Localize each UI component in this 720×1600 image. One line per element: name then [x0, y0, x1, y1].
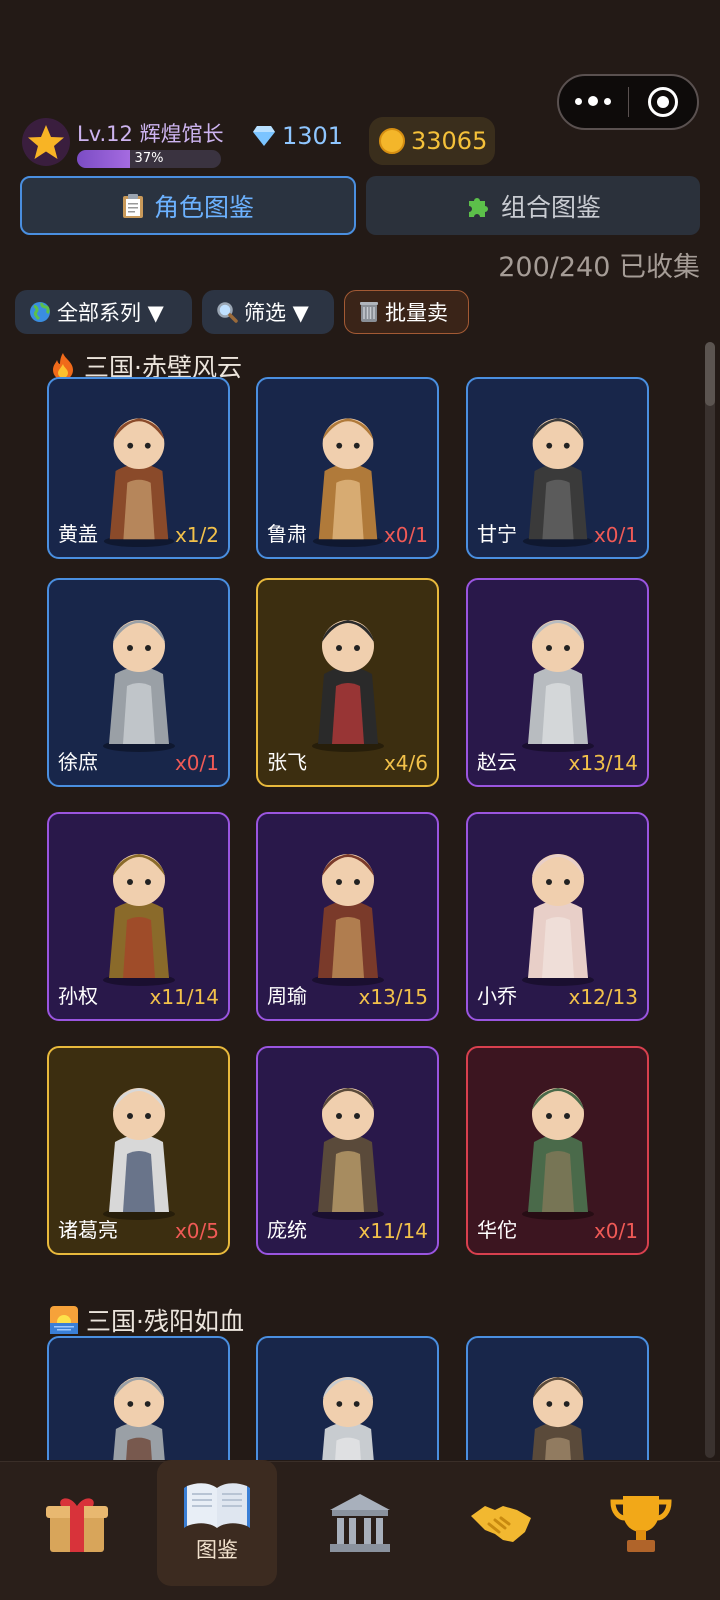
character-figure-icon	[311, 854, 384, 986]
character-count: x0/1	[593, 1219, 638, 1243]
character-card[interactable]: 徐庶 x0/1	[47, 578, 230, 787]
nav-museum[interactable]	[300, 1462, 420, 1600]
character-card[interactable]	[256, 1336, 439, 1460]
character-figure-icon	[531, 1377, 584, 1460]
character-count: x0/5	[174, 1219, 219, 1243]
character-card[interactable]: 孙权 x11/14	[47, 812, 230, 1021]
collection-grid: 三国·赤壁风云 三国·残阳如血 黄盖 x1/2 鲁肃 x0/1 甘宁 x0/1 徐庶 x0/1…	[0, 0, 720, 1460]
character-name: 华佗	[477, 1218, 517, 1242]
character-card[interactable]	[466, 1336, 649, 1460]
character-name: 庞统	[267, 1218, 307, 1242]
character-figure-icon	[102, 854, 175, 986]
character-card[interactable]	[47, 1336, 230, 1460]
character-card[interactable]: 庞统 x11/14	[256, 1046, 439, 1255]
character-figure-icon	[521, 854, 594, 986]
character-figure-icon	[311, 1088, 384, 1220]
character-count: x12/13	[568, 985, 638, 1009]
character-name: 赵云	[477, 750, 517, 774]
trophy-icon	[610, 1496, 672, 1552]
character-name: 鲁肃	[267, 522, 307, 546]
sunset-icon	[50, 1306, 78, 1334]
character-count: x0/1	[383, 523, 428, 547]
character-name: 孙权	[58, 984, 98, 1008]
character-figure-icon	[311, 620, 384, 752]
character-figure-icon	[102, 620, 175, 752]
character-figure-icon	[102, 1088, 175, 1220]
nav-collection-label: 图鉴	[196, 1538, 238, 1562]
nav-ranking[interactable]	[581, 1462, 701, 1600]
character-card[interactable]: 周瑜 x13/15	[256, 812, 439, 1021]
character-name: 黄盖	[58, 522, 98, 546]
character-card[interactable]: 张飞 x4/6	[256, 578, 439, 787]
character-card[interactable]: 甘宁 x0/1	[466, 377, 649, 559]
character-count: x0/1	[174, 751, 219, 775]
gift-icon	[46, 1498, 108, 1552]
fire-icon	[53, 353, 73, 380]
character-count: x0/1	[593, 523, 638, 547]
character-name: 张飞	[267, 750, 307, 774]
character-card[interactable]: 黄盖 x1/2	[47, 377, 230, 559]
character-count: x13/15	[358, 985, 428, 1009]
character-name: 诸葛亮	[58, 1218, 118, 1242]
character-count: x1/2	[174, 523, 219, 547]
character-name: 甘宁	[477, 522, 517, 546]
character-count: x4/6	[383, 751, 428, 775]
character-card[interactable]: 小乔 x12/13	[466, 812, 649, 1021]
bottom-nav: 图鉴	[0, 1460, 720, 1600]
book-icon	[184, 1483, 250, 1528]
character-name: 小乔	[477, 984, 517, 1008]
nav-collection[interactable]: 图鉴	[157, 1460, 277, 1586]
nav-trade[interactable]	[441, 1462, 561, 1600]
character-count: x11/14	[149, 985, 219, 1009]
character-figure-icon	[521, 1088, 594, 1220]
character-figure-icon	[521, 620, 594, 752]
character-card[interactable]: 诸葛亮 x0/5	[47, 1046, 230, 1255]
character-count: x11/14	[358, 1219, 428, 1243]
character-name: 周瑜	[267, 984, 307, 1008]
character-figure-icon	[321, 1377, 374, 1460]
character-name: 徐庶	[58, 750, 98, 774]
section-title-canyang: 三国·残阳如血	[50, 1302, 244, 1338]
character-card[interactable]: 鲁肃 x0/1	[256, 377, 439, 559]
character-count: x13/14	[568, 751, 638, 775]
handshake-icon	[471, 1506, 531, 1542]
museum-icon	[330, 1494, 390, 1552]
section-title-text: 三国·残阳如血	[86, 1307, 244, 1336]
character-figure-icon	[112, 1377, 165, 1460]
character-card[interactable]: 华佗 x0/1	[466, 1046, 649, 1255]
character-card[interactable]: 赵云 x13/14	[466, 578, 649, 787]
nav-gift[interactable]	[17, 1462, 137, 1600]
